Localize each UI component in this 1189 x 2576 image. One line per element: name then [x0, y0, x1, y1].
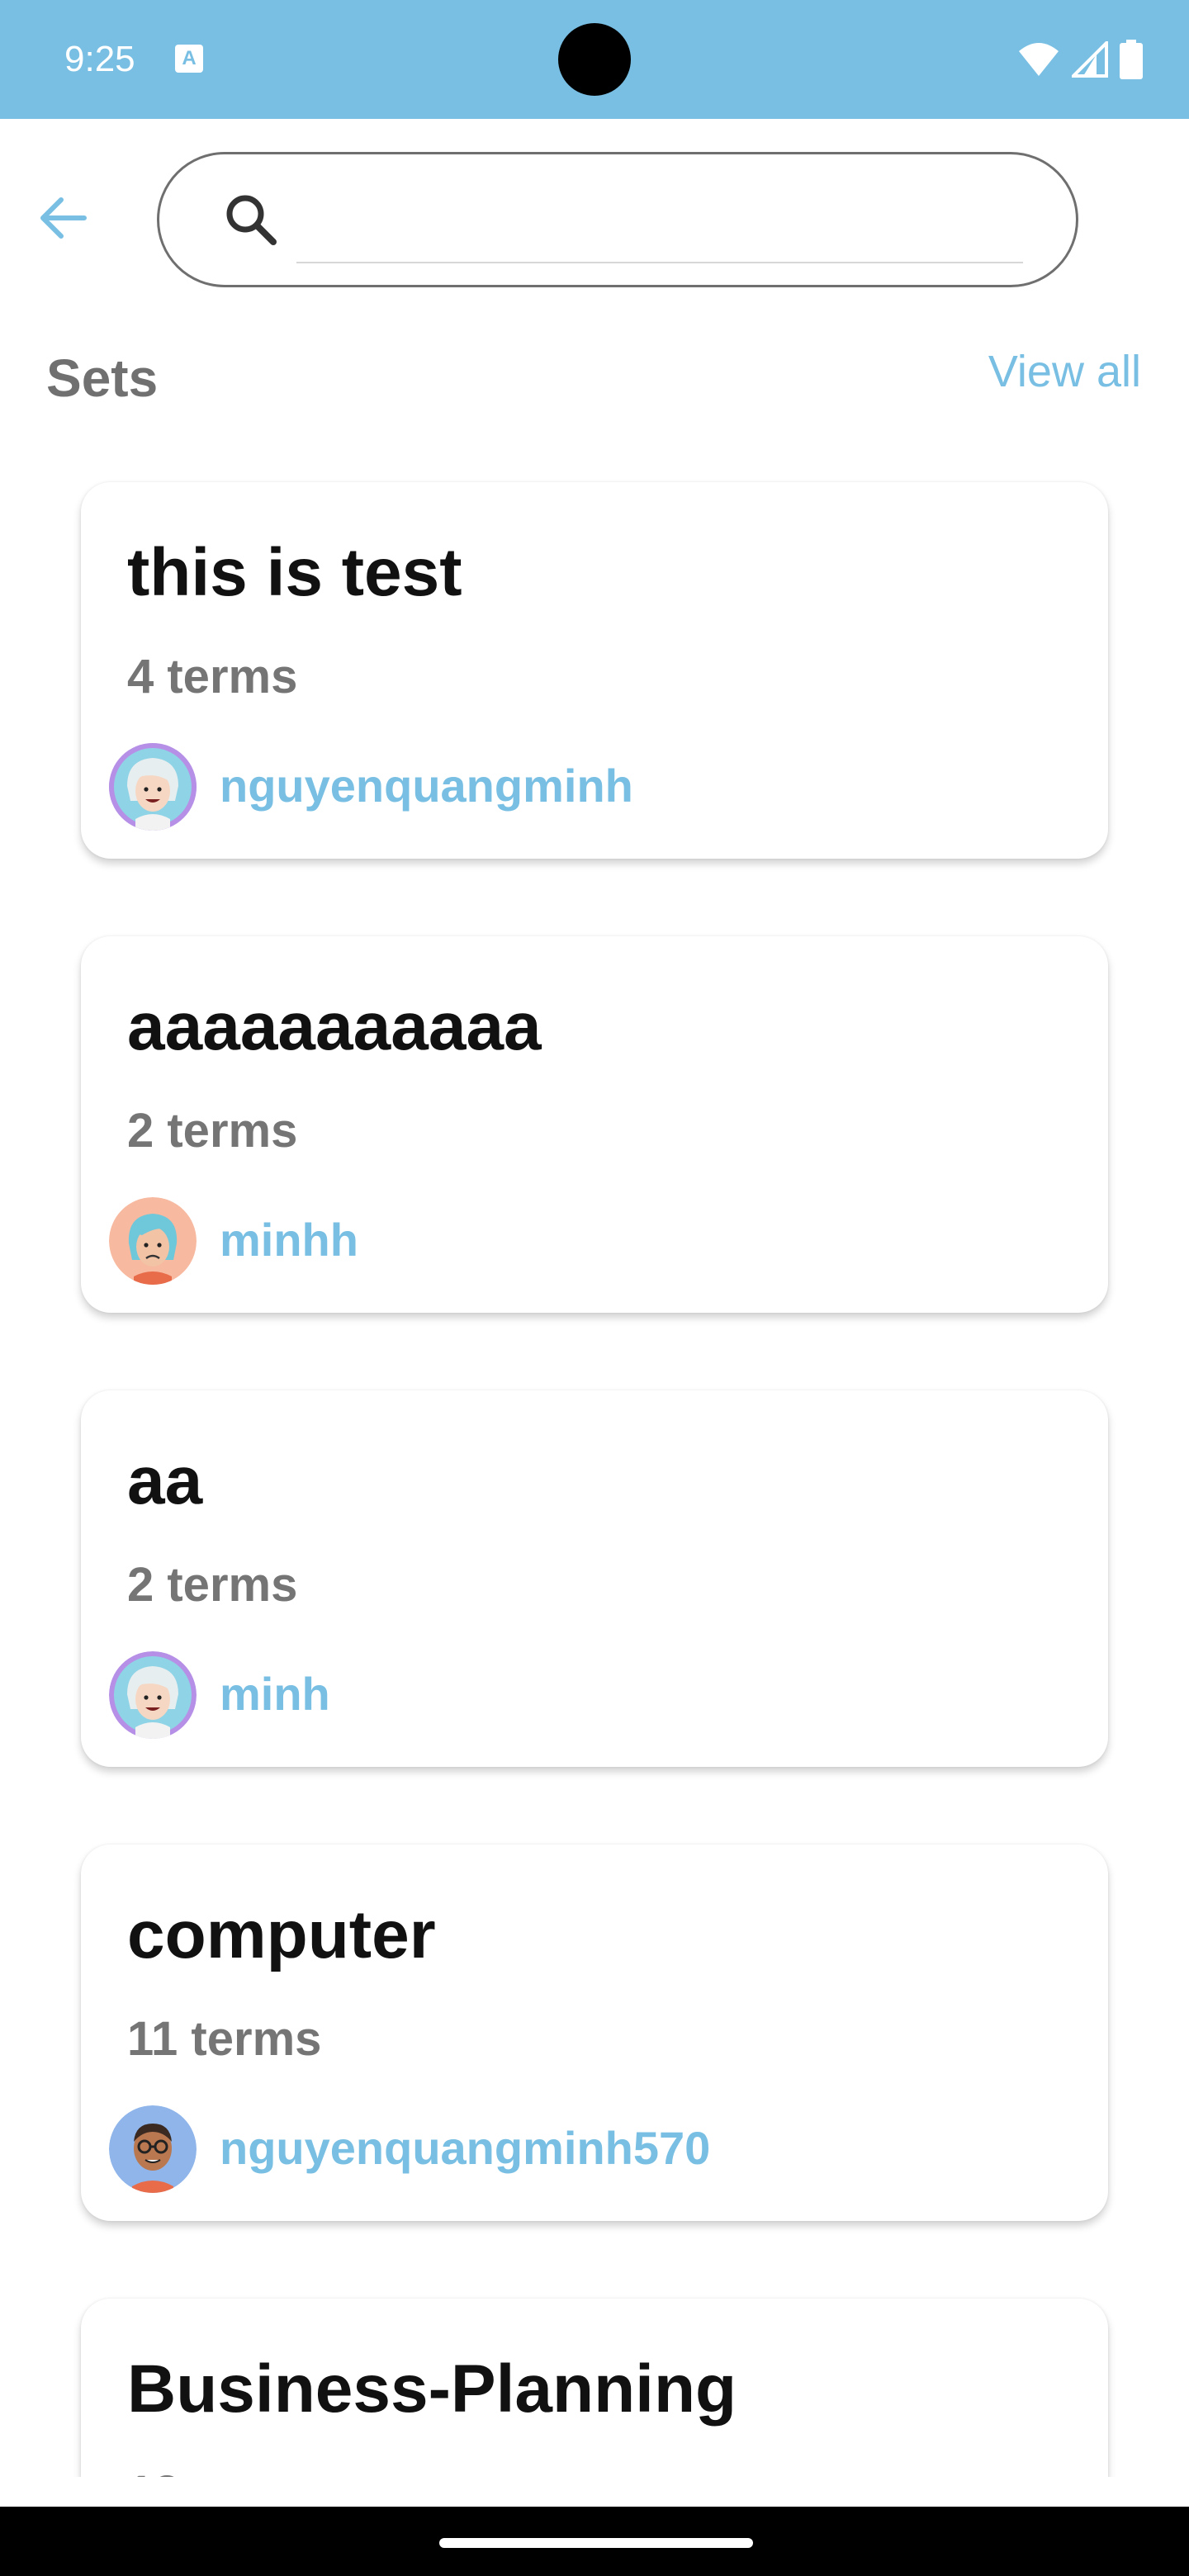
system-navigation-bar — [0, 2507, 1189, 2576]
set-title: computer — [127, 1897, 436, 1972]
status-time: 9:25 — [64, 39, 135, 79]
sets-section-title: Sets — [46, 348, 159, 408]
set-card[interactable]: this is test 4 terms nguyenquangminh — [81, 482, 1108, 859]
avatar-teal-hair-icon[interactable] — [109, 743, 197, 831]
search-icon — [226, 195, 277, 245]
set-author[interactable]: nguyenquangminh570 — [220, 2117, 710, 2180]
status-bar: 9:25 A — [0, 0, 1189, 119]
set-terms-count: 4 terms — [127, 650, 298, 703]
wifi-icon — [1019, 43, 1059, 76]
search-bar[interactable] — [157, 152, 1078, 287]
camera-cutout — [558, 23, 631, 96]
keyboard-a-icon: A — [175, 45, 203, 73]
set-terms-count: 11 terms — [127, 2012, 322, 2066]
set-terms-count: 13 terms — [127, 2464, 324, 2477]
cellular-signal-icon — [1072, 41, 1108, 78]
set-title: this is test — [127, 535, 462, 610]
set-title: aaaaaaaaaaa — [127, 989, 542, 1064]
home-indicator[interactable] — [439, 2538, 753, 2548]
set-author[interactable]: minh — [220, 1663, 330, 1726]
back-button[interactable] — [33, 188, 92, 248]
set-author[interactable]: minhh — [220, 1209, 358, 1271]
set-terms-count: 2 terms — [127, 1104, 298, 1158]
battery-icon — [1120, 40, 1143, 79]
status-icons — [1017, 36, 1143, 83]
view-all-link[interactable]: View all — [988, 340, 1141, 403]
avatar-sad-peach-icon[interactable] — [109, 1197, 197, 1285]
set-title: aa — [127, 1443, 203, 1518]
avatar-teal-hair-icon[interactable] — [109, 1651, 197, 1739]
avatar-glasses-man-icon[interactable] — [109, 2105, 197, 2193]
set-card[interactable]: aa 2 terms minh — [81, 1390, 1108, 1767]
set-card[interactable]: Business-Planning 13 terms — [81, 2299, 1108, 2477]
sets-list[interactable]: this is test 4 terms nguyenquangminh aaa… — [0, 462, 1189, 2477]
set-card[interactable]: computer 11 terms nguyenquangminh570 — [81, 1844, 1108, 2221]
search-input[interactable] — [296, 178, 1023, 263]
set-author[interactable]: nguyenquangminh — [220, 755, 633, 817]
set-terms-count: 2 terms — [127, 1558, 298, 1612]
arrow-left-icon — [40, 197, 87, 239]
set-title: Business-Planning — [127, 2351, 737, 2427]
set-card[interactable]: aaaaaaaaaaa 2 terms minhh — [81, 936, 1108, 1313]
